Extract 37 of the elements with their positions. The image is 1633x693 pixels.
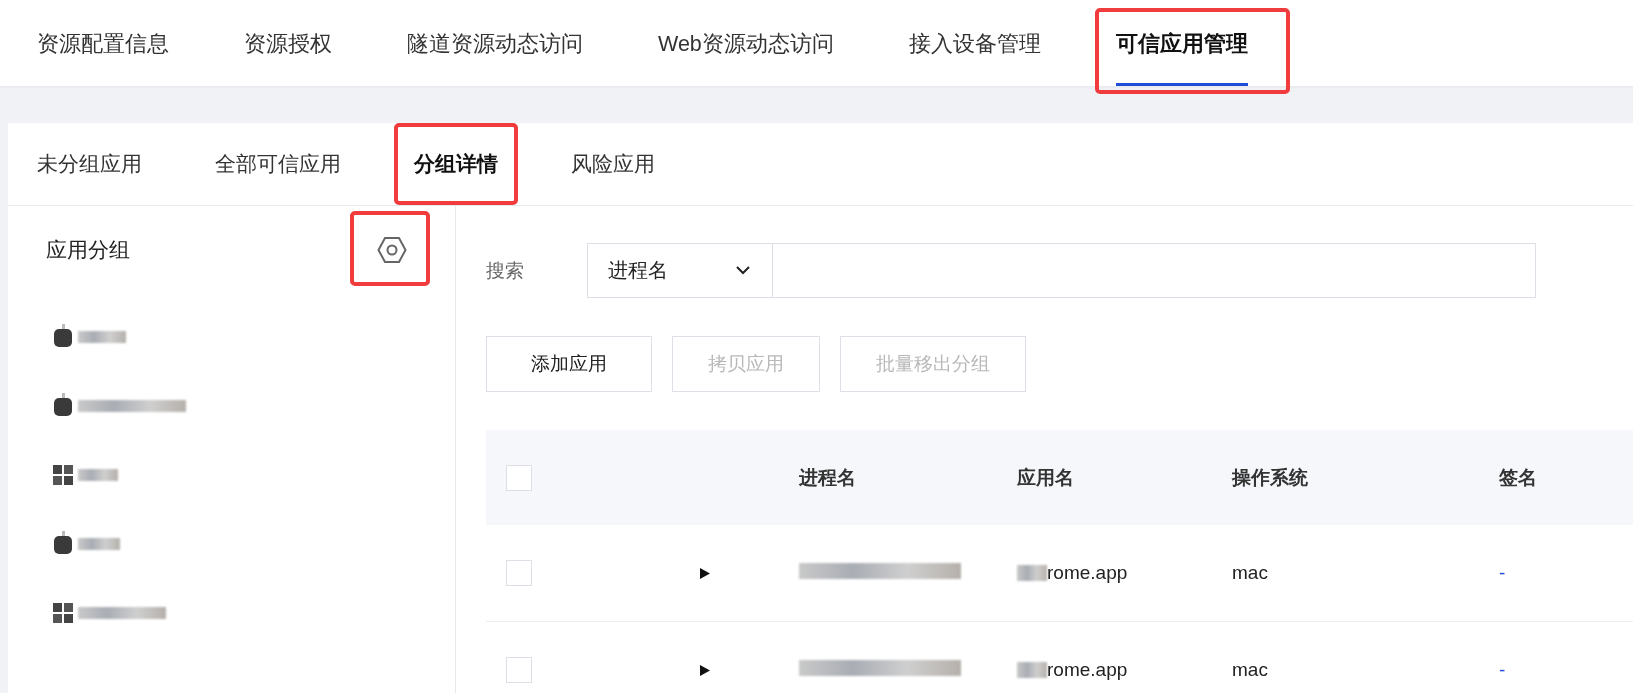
redacted-text — [1017, 662, 1047, 678]
action-button[interactable]: 添加应用 — [486, 336, 652, 392]
redacted-text — [78, 537, 120, 550]
sub-tab[interactable]: 分组详情 — [414, 123, 498, 205]
signature-link[interactable]: - — [1499, 659, 1633, 681]
column-header: 签名 — [1499, 465, 1538, 490]
expand-caret-icon[interactable] — [699, 566, 711, 580]
sub-tab[interactable]: 风险应用 — [571, 123, 655, 205]
column-header: 操作系统 — [1232, 465, 1309, 490]
table-cell: rome.app — [1047, 562, 1128, 584]
top-tab[interactable]: 接入设备管理 — [908, 0, 1041, 86]
sidebar-title: 应用分组 — [46, 237, 130, 263]
signature-link[interactable]: - — [1499, 562, 1633, 584]
sub-tab[interactable]: 全部可信应用 — [215, 123, 341, 205]
top-tab[interactable]: Web资源动态访问 — [658, 0, 834, 86]
checkbox[interactable] — [506, 560, 532, 586]
expand-caret-icon[interactable] — [699, 663, 711, 677]
checkbox[interactable] — [506, 657, 532, 683]
column-header: 进程名 — [799, 465, 857, 490]
sub-tab[interactable]: 未分组应用 — [37, 123, 142, 205]
top-tab[interactable]: 可信应用管理 — [1115, 0, 1248, 86]
top-tab[interactable]: 资源配置信息 — [37, 0, 169, 86]
table-cell-text: mac — [1232, 562, 1269, 584]
chevron-down-icon — [736, 266, 750, 275]
top-tab[interactable]: 资源授权 — [244, 0, 332, 86]
column-header: 应用名 — [1017, 465, 1075, 490]
redacted-text — [78, 330, 126, 343]
search-input[interactable] — [773, 243, 1536, 298]
table-cell-text: mac — [1232, 659, 1269, 681]
search-field-select[interactable]: 进程名 — [587, 243, 773, 298]
redacted-text — [1017, 565, 1047, 581]
search-label: 搜索 — [486, 258, 525, 283]
settings-icon[interactable] — [377, 236, 407, 264]
checkbox[interactable] — [506, 464, 532, 491]
top-tab[interactable]: 隧道资源动态访问 — [407, 0, 583, 86]
table-cell: rome.app — [1047, 659, 1128, 681]
redacted-text — [78, 468, 118, 481]
